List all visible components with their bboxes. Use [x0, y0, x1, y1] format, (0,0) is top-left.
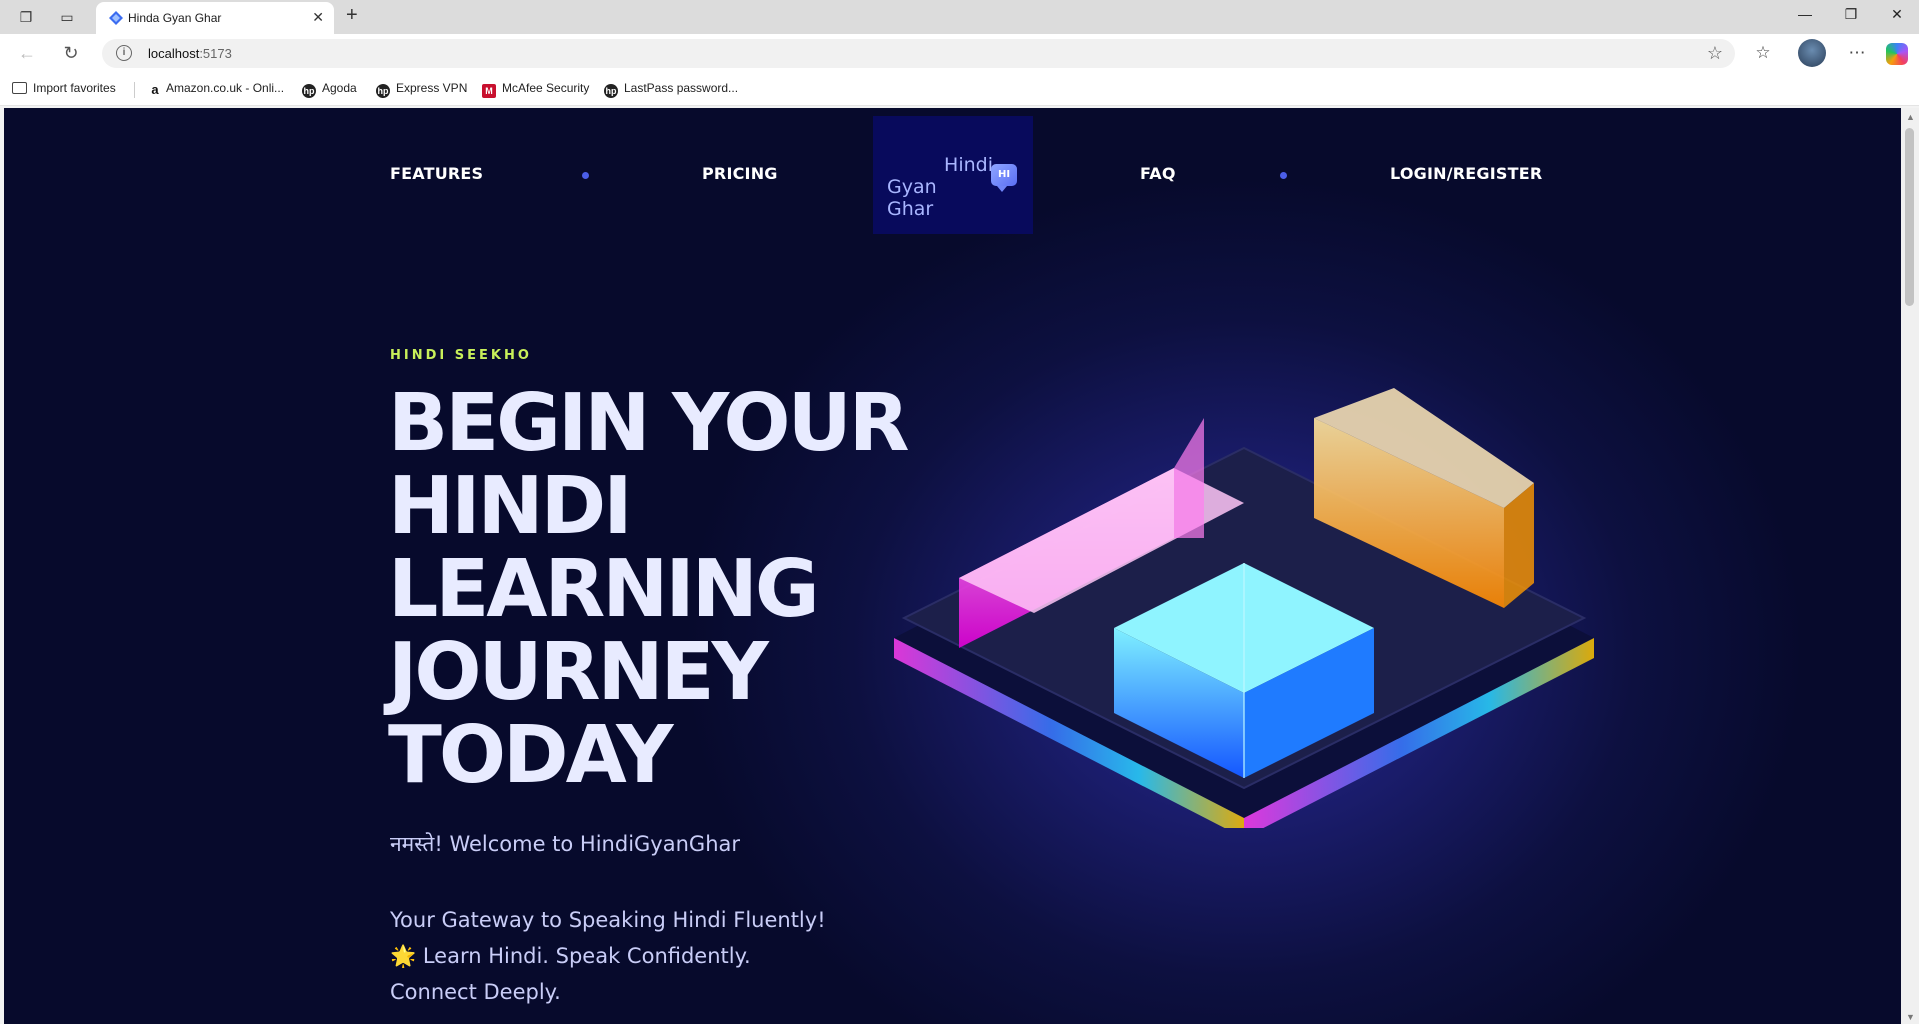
favorites-icon[interactable]: ☆ [1751, 43, 1775, 63]
hero-blocks-illustration [894, 388, 1594, 828]
favorite-star-icon[interactable]: ☆ [1707, 43, 1723, 64]
logo-line2: Gyan Ghar [887, 176, 937, 220]
bookmark-mcafee[interactable]: M McAfee Security [482, 81, 589, 98]
bookmarks-bar: Import favorites a Amazon.co.uk - Onli...… [0, 72, 1919, 106]
nav-pricing[interactable]: PRICING [702, 164, 778, 183]
browser-tab[interactable]: Hinda Gyan Ghar ✕ [96, 2, 334, 34]
scrollbar-thumb[interactable] [1905, 128, 1914, 306]
amazon-icon: a [151, 82, 159, 97]
headline-line: LEARNING [388, 543, 820, 635]
scroll-up-icon[interactable]: ▲ [1906, 112, 1915, 122]
close-window-button[interactable]: ✕ [1882, 6, 1912, 23]
site-logo[interactable]: Hindi Gyan Ghar HI [873, 116, 1033, 234]
more-menu-icon[interactable]: ⋯ [1845, 43, 1869, 63]
new-tab-button[interactable]: + [346, 4, 358, 27]
restore-button[interactable]: ❐ [1836, 6, 1866, 23]
bookmark-agoda[interactable]: hp Agoda [302, 81, 357, 98]
nav-login-register[interactable]: LOGIN/REGISTER [1390, 164, 1542, 183]
tab-close-icon[interactable]: ✕ [312, 9, 324, 26]
headline-line: TODAY [388, 709, 673, 801]
tagline-line: Connect Deeply. [390, 980, 561, 1004]
bookmark-amazon[interactable]: a Amazon.co.uk - Onli... [150, 81, 284, 97]
reload-button[interactable]: ↻ [60, 43, 82, 63]
bookmarks-divider [134, 82, 135, 98]
hp-icon: hp [376, 84, 390, 98]
logo-badge-icon: HI [991, 164, 1017, 192]
hero-headline: BEGIN YOUR HINDI LEARNING JOURNEY TODAY [388, 382, 948, 797]
bookmark-lastpass[interactable]: hp LastPass password... [604, 81, 738, 98]
hero-welcome: नमस्ते! Welcome to HindiGyanGhar [390, 832, 741, 856]
nav-dot [1280, 172, 1287, 179]
nav-faq[interactable]: FAQ [1140, 164, 1176, 183]
bookmark-label: McAfee Security [502, 81, 590, 95]
workspaces-icon[interactable]: ❐ [17, 8, 35, 26]
hp-icon: hp [604, 84, 618, 98]
headline-line: BEGIN YOUR [388, 377, 910, 469]
bookmark-label: Express VPN [396, 81, 468, 95]
url-host: localhost [148, 46, 200, 61]
browser-tab-strip: ❐ ▭ Hinda Gyan Ghar ✕ + — ❐ ✕ [0, 0, 1919, 34]
scroll-down-icon[interactable]: ▼ [1906, 1012, 1915, 1022]
url-port: :5173 [199, 46, 232, 61]
nav-dot [582, 172, 589, 179]
hero-kicker: HINDI SEEKHO [390, 348, 532, 363]
bookmark-label: Import favorites [33, 81, 116, 95]
headline-line: JOURNEY [388, 626, 769, 718]
hero-tagline: Your Gateway to Speaking Hindi Fluently!… [390, 902, 826, 1010]
bookmark-label: Amazon.co.uk - Onli... [166, 81, 285, 95]
bookmark-import-favorites[interactable]: Import favorites [12, 81, 116, 95]
folder-icon [12, 82, 27, 94]
page-scrollbar[interactable]: ▲ ▼ [1901, 108, 1919, 1024]
site-info-icon[interactable]: i [116, 45, 132, 61]
site-favicon-icon [109, 11, 123, 25]
back-button[interactable]: ← [16, 43, 38, 63]
profile-avatar[interactable] [1798, 39, 1826, 67]
tagline-line: 🌟 Learn Hindi. Speak Confidently. [390, 944, 751, 968]
browser-toolbar: ← ↻ i localhost:5173 ☆ ☆ ⋯ [0, 34, 1919, 72]
url-text: localhost:5173 [148, 46, 232, 61]
headline-line: HINDI [388, 460, 633, 552]
mcafee-icon: M [482, 84, 496, 98]
bookmark-express-vpn[interactable]: hp Express VPN [376, 81, 467, 98]
nav-features[interactable]: FEATURES [390, 164, 483, 183]
address-bar[interactable]: i localhost:5173 ☆ [102, 39, 1735, 68]
hp-icon: hp [302, 84, 316, 98]
tagline-line: Your Gateway to Speaking Hindi Fluently! [390, 908, 826, 932]
logo-line1: Hindi [944, 154, 993, 176]
bookmark-label: LastPass password... [624, 81, 739, 95]
copilot-icon[interactable] [1886, 43, 1908, 65]
page-viewport: FEATURES PRICING Hindi Gyan Ghar HI FAQ … [4, 108, 1901, 1024]
bookmark-label: Agoda [322, 81, 357, 95]
tab-title: Hinda Gyan Ghar [128, 11, 222, 25]
tab-actions-icon[interactable]: ▭ [58, 8, 76, 26]
minimize-button[interactable]: — [1790, 6, 1820, 22]
